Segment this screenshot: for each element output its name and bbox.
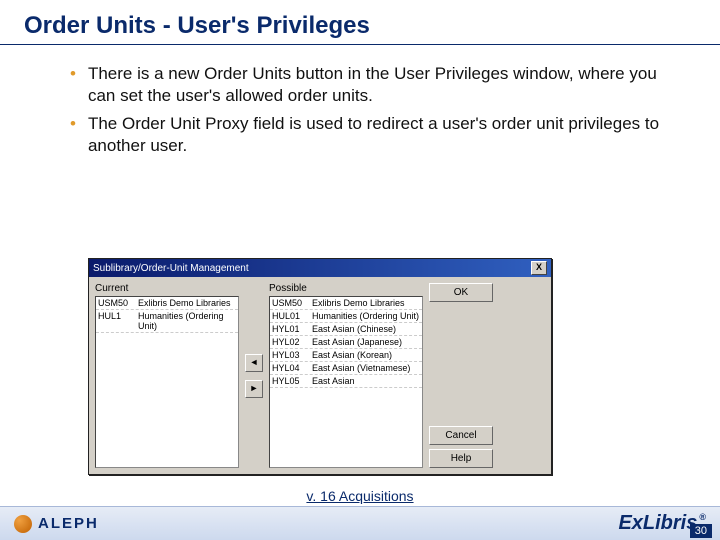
bullet-text: The Order Unit Proxy field is used to re… [88,113,680,157]
item-desc: East Asian (Korean) [312,350,420,360]
item-desc: Exlibris Demo Libraries [312,298,420,308]
ok-button[interactable]: OK [429,283,493,302]
list-item[interactable]: USM50Exlibris Demo Libraries [270,297,422,310]
item-desc: East Asian [312,376,420,386]
item-code: HUL01 [272,311,312,321]
list-item[interactable]: HYL04East Asian (Vietnamese) [270,362,422,375]
move-right-button[interactable]: ► [245,380,263,398]
item-code: HYL01 [272,324,312,334]
list-item[interactable]: HUL01Humanities (Ordering Unit) [270,310,422,323]
item-code: USM50 [272,298,312,308]
bullet-item: • There is a new Order Units button in t… [70,63,680,107]
item-desc: East Asian (Chinese) [312,324,420,334]
cancel-button[interactable]: Cancel [429,426,493,445]
footer-bar: ALEPH ExLibris ® [0,506,720,540]
list-item[interactable]: HYL02East Asian (Japanese) [270,336,422,349]
aleph-logo: ALEPH [14,515,99,533]
list-item[interactable]: HYL01East Asian (Chinese) [270,323,422,336]
item-desc: East Asian (Japanese) [312,337,420,347]
item-code: HYL05 [272,376,312,386]
list-item[interactable]: HYL05East Asian [270,375,422,388]
bullet-item: • The Order Unit Proxy field is used to … [70,113,680,157]
exlibris-text: ExLibris [618,512,697,535]
aleph-text: ALEPH [38,515,99,532]
item-code: HYL03 [272,350,312,360]
registered-icon: ® [699,512,706,522]
item-desc: Humanities (Ordering Unit) [138,311,236,331]
page-number: 30 [690,524,712,538]
bullet-icon: • [70,113,76,157]
list-item[interactable]: HYL03East Asian (Korean) [270,349,422,362]
possible-label: Possible [269,283,423,294]
dialog-titlebar: Sublibrary/Order-Unit Management X [89,259,551,277]
dialog-window: Sublibrary/Order-Unit Management X Curre… [88,258,552,475]
list-item[interactable]: HUL1Humanities (Ordering Unit) [96,310,238,333]
slide-title: Order Units - User's Privileges [0,0,720,45]
item-code: HYL04 [272,363,312,373]
item-code: HUL1 [98,311,138,331]
move-left-button[interactable]: ◄ [245,354,263,372]
bullet-list: • There is a new Order Units button in t… [0,55,720,157]
current-listbox[interactable]: USM50Exlibris Demo LibrariesHUL1Humaniti… [95,296,239,468]
bullet-icon: • [70,63,76,107]
list-item[interactable]: USM50Exlibris Demo Libraries [96,297,238,310]
dialog-title-text: Sublibrary/Order-Unit Management [93,263,249,274]
item-desc: East Asian (Vietnamese) [312,363,420,373]
help-button[interactable]: Help [429,449,493,468]
item-desc: Exlibris Demo Libraries [138,298,236,308]
item-desc: Humanities (Ordering Unit) [312,311,420,321]
item-code: HYL02 [272,337,312,347]
bullet-text: There is a new Order Units button in the… [88,63,680,107]
item-code: USM50 [98,298,138,308]
possible-listbox[interactable]: USM50Exlibris Demo LibrariesHUL01Humanit… [269,296,423,468]
current-label: Current [95,283,239,294]
aleph-ball-icon [14,515,32,533]
close-button[interactable]: X [531,261,547,275]
footer-caption: v. 16 Acquisitions [0,488,720,504]
